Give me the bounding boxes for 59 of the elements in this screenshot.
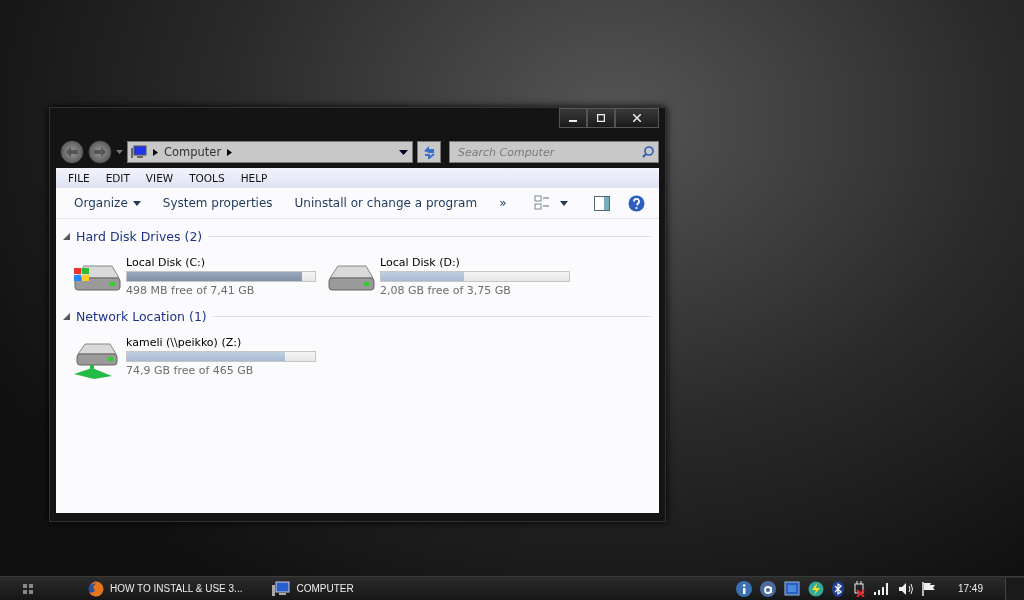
menu-item[interactable]: FILE	[60, 172, 98, 184]
toolbar-button[interactable]: Organize	[66, 192, 149, 214]
info-icon[interactable]	[735, 580, 752, 597]
signal-bars-icon[interactable]	[873, 582, 890, 595]
speaker-icon[interactable]	[897, 581, 914, 596]
taskbar-button[interactable]: HOW TO INSTALL & USE 3...	[80, 580, 251, 597]
details-view-icon	[534, 195, 550, 211]
caret-icon	[560, 200, 568, 206]
back-button[interactable]	[60, 140, 84, 164]
preview-pane-icon[interactable]	[594, 195, 610, 211]
drive-name[interactable]: Local Disk (C:)	[126, 256, 316, 269]
maximize-icon	[597, 114, 605, 122]
minimize-button[interactable]	[559, 108, 587, 128]
drive-name[interactable]: kameli (\\peikko) (Z:)	[126, 336, 316, 349]
free-space-text: 2,08 GB free of 3,75 GB	[380, 284, 512, 297]
menu-item[interactable]: VIEW	[137, 172, 182, 184]
drive-name[interactable]: Local Disk (D:)	[380, 256, 570, 269]
bluetooth-icon[interactable]	[831, 580, 844, 597]
left-arrow-icon	[66, 147, 78, 157]
search-field[interactable]: Search Computer	[449, 141, 659, 163]
collapse-arrow-icon[interactable]	[63, 313, 70, 320]
close-button[interactable]	[615, 108, 659, 128]
group-header[interactable]: Hard Disk Drives (2)	[76, 229, 203, 244]
collapse-arrow-icon[interactable]	[63, 233, 70, 240]
toolbar-button[interactable]: System properties	[154, 192, 281, 214]
network-window-icon[interactable]	[783, 580, 800, 597]
help-icon[interactable]	[628, 194, 645, 212]
address-bar[interactable]: Computer	[127, 141, 413, 163]
clock-text[interactable]: 17:49	[957, 583, 983, 594]
computer-icon	[272, 580, 291, 597]
menu-item[interactable]: HELP	[232, 172, 276, 184]
refresh-button[interactable]	[417, 141, 441, 163]
group-header[interactable]: Network Location (1)	[76, 309, 207, 324]
toolbar-button[interactable]: Uninstall or change a program	[286, 192, 486, 214]
menu-item[interactable]: EDIT	[97, 172, 138, 184]
caret-icon[interactable]	[116, 150, 123, 154]
lightning-globe-icon[interactable]	[807, 580, 824, 597]
free-space-text: 498 MB free of 7,41 GB	[126, 284, 256, 297]
browser-icon	[88, 580, 104, 597]
refresh-icon	[422, 145, 436, 159]
circle-letter-icon[interactable]	[759, 580, 776, 597]
taskbar-button[interactable]: COMPUTER	[264, 580, 362, 597]
chevron-icon	[153, 148, 158, 156]
chevron-icon	[227, 148, 233, 156]
right-arrow-icon	[94, 147, 106, 157]
toolbar-button[interactable]: »	[491, 192, 515, 214]
grid-icon	[23, 583, 33, 594]
caret-icon	[132, 200, 141, 206]
forward-button[interactable]	[88, 140, 112, 164]
computer-icon	[131, 145, 147, 159]
power-plug-icon[interactable]	[851, 580, 866, 597]
close-icon	[633, 114, 641, 122]
maximize-button[interactable]	[587, 108, 615, 128]
flag-icon[interactable]	[921, 581, 936, 596]
menu-item[interactable]: TOOLS	[181, 172, 233, 184]
free-space-text: 74,9 GB free of 465 GB	[126, 364, 255, 377]
breadcrumb-link[interactable]: Computer	[164, 145, 222, 159]
dropdown-icon[interactable]	[399, 149, 408, 155]
search-icon	[642, 146, 654, 158]
